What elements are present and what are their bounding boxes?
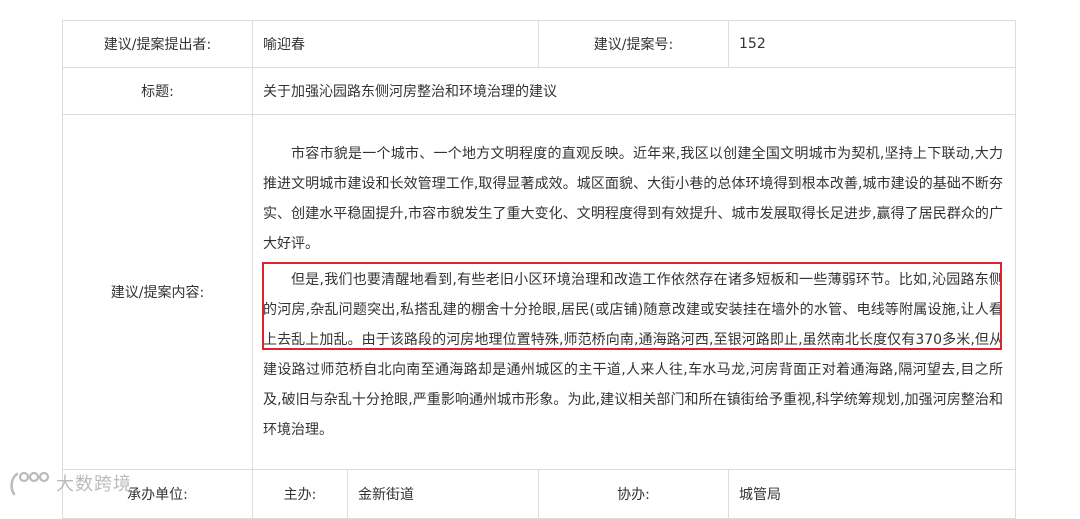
content-row: 建议/提案内容: 市容市貌是一个城市、一个地方文明程度的直观反映。近年来,我区以… <box>62 114 1016 470</box>
proposal-number-value: 152 <box>728 20 1016 68</box>
title-row: 标题: 关于加强沁园路东侧河房整治和环境治理的建议 <box>62 67 1016 115</box>
title-value: 关于加强沁园路东侧河房整治和环境治理的建议 <box>252 67 1016 115</box>
assist-handler-label: 协办: <box>538 469 729 519</box>
content-paragraph-2: 但是,我们也要清醒地看到,有些老旧小区环境治理和改造工作依然存在诸多短板和一些薄… <box>263 272 1003 438</box>
proposer-row: 建议/提案提出者: 喻迎春 建议/提案号: 152 <box>62 20 1016 68</box>
content-label: 建议/提案内容: <box>62 114 253 470</box>
proposer-value: 喻迎春 <box>252 20 539 68</box>
main-handler-value: 金新街道 <box>347 469 539 519</box>
content-body: 市容市貌是一个城市、一个地方文明程度的直观反映。近年来,我区以创建全国文明城市为… <box>252 114 1016 470</box>
watermark: 大数跨境 <box>8 468 132 498</box>
proposer-label: 建议/提案提出者: <box>62 20 253 68</box>
content-paragraph-1: 市容市貌是一个城市、一个地方文明程度的直观反映。近年来,我区以创建全国文明城市为… <box>263 146 1003 252</box>
watermark-text: 大数跨境 <box>56 474 132 495</box>
assist-handler-value: 城管局 <box>728 469 1016 519</box>
title-label: 标题: <box>62 67 253 115</box>
proposal-table: 建议/提案提出者: 喻迎春 建议/提案号: 152 标题: 关于加强沁园路东侧河… <box>62 20 1016 519</box>
handler-row: 承办单位: 主办: 金新街道 协办: 城管局 <box>62 469 1016 519</box>
logo-icon <box>10 471 50 496</box>
main-handler-label: 主办: <box>252 469 348 519</box>
proposal-number-label: 建议/提案号: <box>538 20 729 68</box>
